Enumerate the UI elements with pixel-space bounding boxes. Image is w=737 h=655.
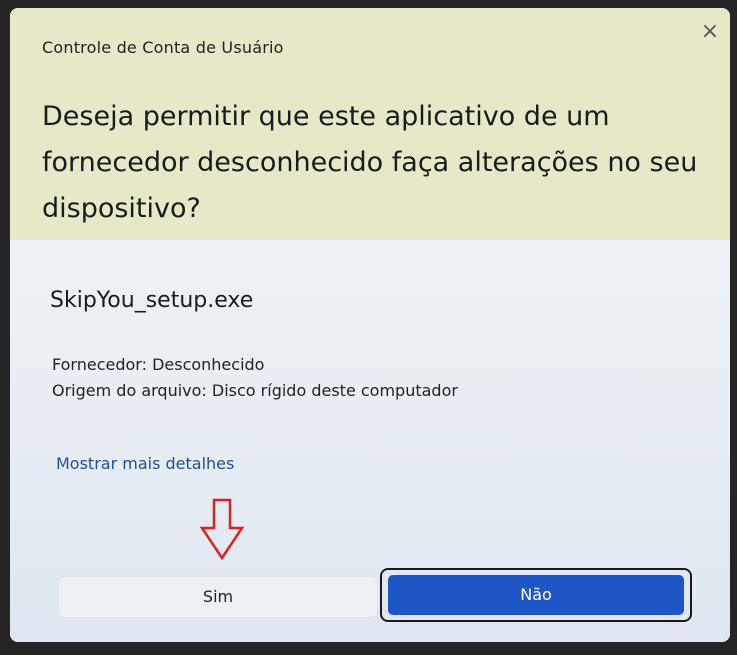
close-button[interactable]: × [698, 20, 722, 44]
dialog-header: Controle de Conta de Usuário × Deseja pe… [10, 8, 730, 240]
window-title: Controle de Conta de Usuário [42, 38, 284, 57]
origin-text: Origem do arquivo: Disco rígido deste co… [52, 381, 458, 400]
close-icon: × [700, 19, 720, 44]
down-arrow-icon [200, 498, 244, 561]
yes-button[interactable]: Sim [58, 576, 378, 618]
show-more-details-link[interactable]: Mostrar mais detalhes [56, 454, 234, 473]
app-details: Fornecedor: Desconhecido Origem do arqui… [52, 352, 458, 404]
uac-dialog: Controle de Conta de Usuário × Deseja pe… [10, 8, 730, 642]
no-button[interactable]: Não [388, 575, 684, 615]
dialog-body: SkipYou_setup.exe Fornecedor: Desconheci… [10, 240, 730, 642]
app-name: SkipYou_setup.exe [50, 288, 254, 313]
button-row: Sim Não [10, 562, 730, 642]
screen-frame: Controle de Conta de Usuário × Deseja pe… [0, 0, 737, 655]
prompt-question: Deseja permitir que este aplicativo de u… [42, 101, 698, 224]
publisher-text: Fornecedor: Desconhecido [52, 355, 265, 374]
